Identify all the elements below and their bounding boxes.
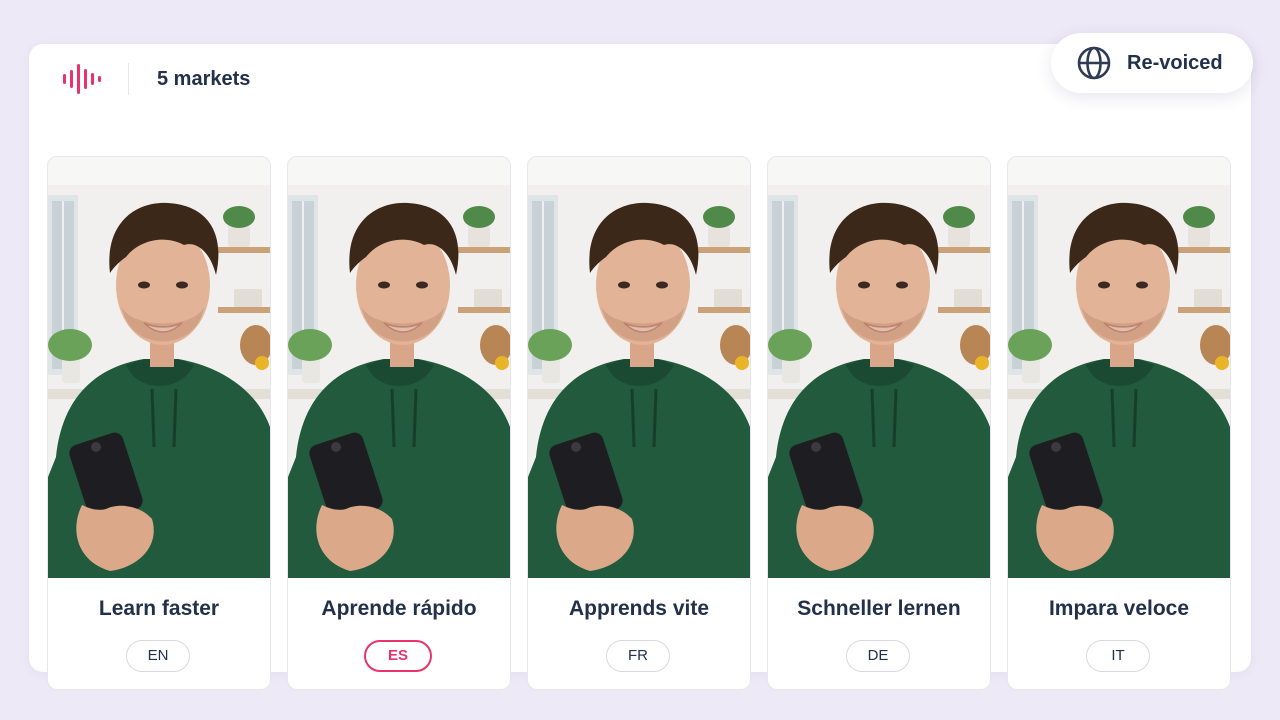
preview-image [288, 157, 510, 578]
language-chip-fr[interactable]: FR [606, 640, 670, 672]
card-caption: Aprende rápido [321, 597, 477, 620]
card-caption: Schneller lernen [797, 597, 961, 620]
language-chip-de[interactable]: DE [846, 640, 910, 672]
market-card-en[interactable]: Learn faster EN [47, 156, 271, 690]
market-card-es[interactable]: Aprende rápido ES [287, 156, 511, 690]
market-card-de[interactable]: Schneller lernen DE [767, 156, 991, 690]
toolbar-divider [128, 63, 129, 95]
revoiced-badge[interactable]: Re-voiced [1051, 33, 1253, 93]
revoiced-label: Re-voiced [1127, 52, 1223, 74]
language-chip-it[interactable]: IT [1086, 640, 1150, 672]
market-card-fr[interactable]: Apprends vite FR [527, 156, 751, 690]
market-card-it[interactable]: Impara veloce IT [1007, 156, 1231, 690]
preview-image [768, 157, 990, 578]
language-chip-es[interactable]: ES [364, 640, 432, 672]
card-caption: Apprends vite [568, 597, 710, 620]
globe-icon [1077, 46, 1111, 80]
preview-panel: 5 markets Learn faster EN Aprende rápido… [29, 44, 1251, 690]
audio-wave-icon [63, 64, 101, 94]
preview-image [48, 157, 270, 578]
preview-image [1008, 157, 1230, 578]
card-caption: Learn faster [98, 597, 220, 620]
language-chip-en[interactable]: EN [126, 640, 190, 672]
markets-count: 5 markets [157, 68, 251, 90]
card-caption: Impara veloce [1048, 597, 1190, 620]
preview-image [528, 157, 750, 578]
